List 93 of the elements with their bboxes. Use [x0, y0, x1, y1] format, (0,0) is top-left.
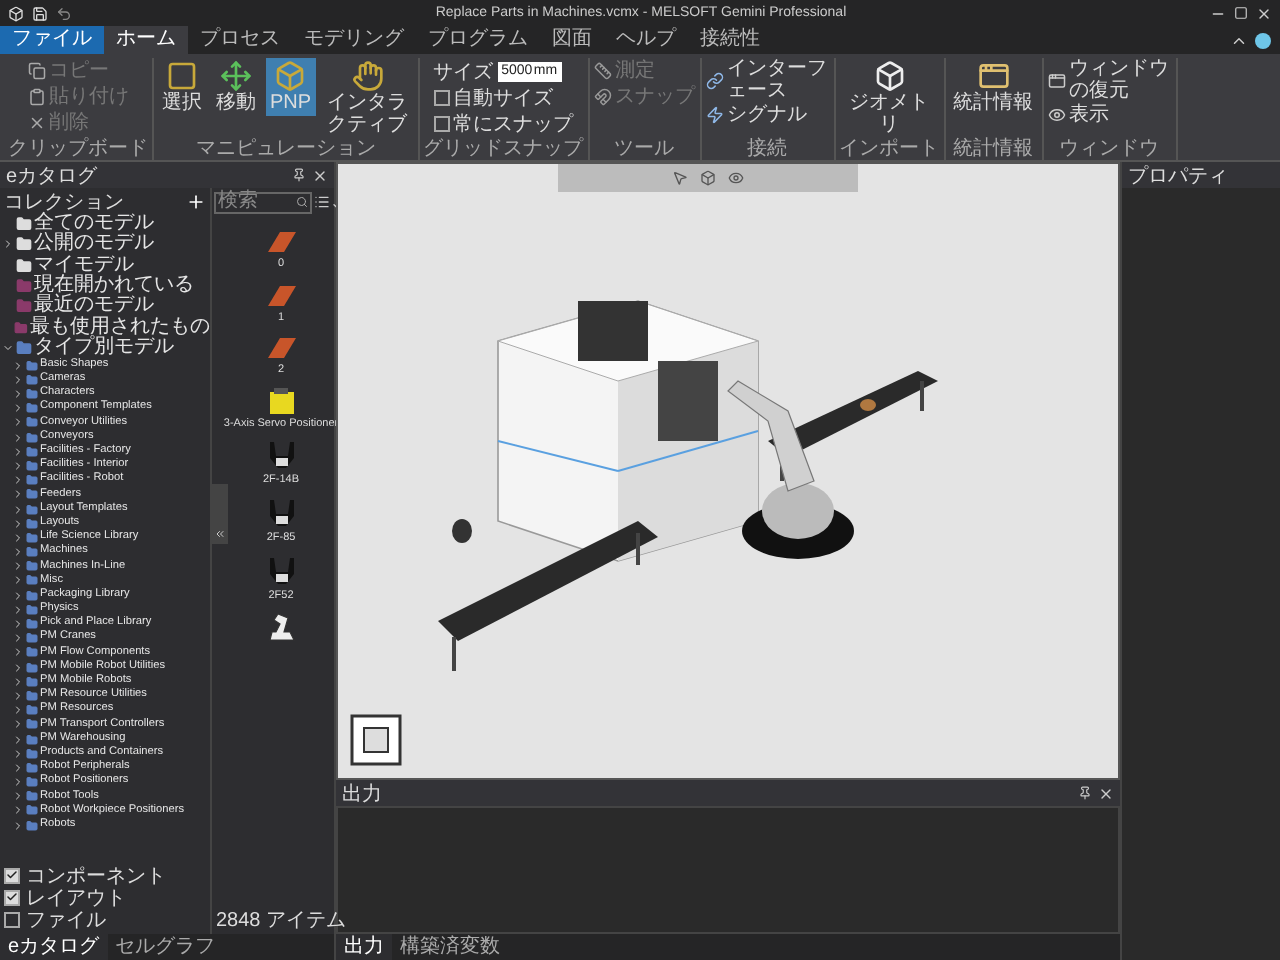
checkbox-label: コンポーネント: [26, 863, 166, 889]
tree-item[interactable]: 公開のモデル: [0, 234, 210, 256]
magnet-icon: [593, 88, 612, 106]
paste-icon: [27, 88, 45, 106]
folder-icon: [16, 278, 32, 295]
item-count: 2848 アイテム: [214, 908, 349, 934]
panel-title: eカタログ: [6, 163, 100, 189]
pin-icon[interactable]: [292, 168, 306, 182]
search-field[interactable]: 検索: [214, 191, 313, 213]
group-label: 統計情報: [951, 138, 1036, 160]
ribbon-button[interactable]: 表示: [1047, 102, 1172, 128]
checkbox-label: 自動サイズ: [453, 85, 554, 111]
ribbon-tab[interactable]: プログラム: [416, 26, 540, 54]
copy-icon: [27, 62, 45, 80]
panel-tab[interactable]: セルグラフ: [107, 934, 224, 960]
ribbon-tab[interactable]: ファイル: [0, 26, 104, 54]
tree-item[interactable]: タイプ別モデル: [0, 337, 210, 359]
chart-window-icon: [977, 60, 1010, 92]
ribbon-tab[interactable]: プロセス: [188, 26, 292, 54]
ribbon-button[interactable]: 選択: [158, 58, 206, 116]
ruler-icon: [593, 62, 612, 80]
link-icon: [705, 71, 724, 89]
search-icon[interactable]: [296, 196, 309, 208]
group-label: 接続: [745, 138, 790, 160]
ribbon-button[interactable]: ウィンドウの復元: [1047, 58, 1172, 102]
cube-icon[interactable]: [700, 170, 716, 186]
chevron-icon[interactable]: [214, 528, 226, 540]
panel-title: 出力: [342, 781, 384, 807]
folder-icon: [16, 257, 32, 274]
checkbox[interactable]: [4, 911, 20, 927]
pointer-icon[interactable]: [672, 170, 688, 186]
panel-title: プロパティ: [1128, 163, 1230, 189]
panel-tab[interactable]: eカタログ: [0, 934, 108, 960]
group-label: ウィンドウ: [1057, 138, 1162, 160]
folder-icon: [14, 319, 28, 336]
maximize-icon[interactable]: [1234, 6, 1248, 20]
navigation-cube-icon[interactable]: [350, 714, 402, 766]
undo-icon[interactable]: [56, 5, 72, 21]
folder-icon: [16, 339, 32, 356]
ribbon-button[interactable]: インタラクティブ: [321, 58, 414, 138]
checkbox-label: レイアウト: [26, 885, 126, 911]
ribbon-tab[interactable]: ホーム: [104, 26, 188, 54]
move-icon: [220, 60, 252, 92]
ribbon-tab[interactable]: 接続性: [688, 26, 772, 54]
tree-item[interactable]: 最近のモデル: [0, 296, 210, 317]
folder-icon: [16, 236, 32, 253]
app-icon: [8, 5, 24, 21]
checkbox-label: ファイル: [26, 907, 106, 933]
checkbox[interactable]: [433, 89, 450, 105]
field-label: サイズ: [433, 59, 494, 85]
group-label: グリッドスナップ: [423, 138, 584, 160]
window-icon: [1047, 71, 1066, 89]
close-icon[interactable]: [312, 167, 328, 183]
checkbox-label: 常にスナップ: [453, 111, 574, 137]
group-label: マニピュレーション: [193, 138, 378, 160]
folder-icon: [16, 298, 32, 315]
section-label: コレクション: [4, 189, 126, 213]
ribbon-button[interactable]: 移動: [212, 58, 260, 116]
status-dot-icon: [1254, 31, 1272, 49]
save-icon[interactable]: [32, 5, 48, 21]
delete-icon: [27, 114, 45, 132]
tree-item[interactable]: 最も使用されたもの: [0, 316, 210, 338]
ribbon-tab[interactable]: モデリング: [292, 26, 416, 54]
panel-tab[interactable]: 構築済変数: [392, 934, 508, 960]
folder-icon: [16, 216, 32, 233]
ribbon-tab[interactable]: 図面: [540, 26, 604, 54]
group-label: インポート: [839, 138, 940, 160]
box-icon: [274, 60, 307, 92]
eye-icon[interactable]: [728, 170, 744, 186]
ribbon-button[interactable]: ジオメトリ: [843, 58, 936, 138]
3d-viewport[interactable]: [336, 162, 1120, 780]
tree-item[interactable]: 全てのモデル: [0, 214, 210, 235]
list-view-icon[interactable]: [314, 194, 331, 210]
group-label: クリップボード: [8, 138, 148, 160]
checkbox[interactable]: [4, 889, 20, 905]
checkbox[interactable]: [4, 867, 20, 883]
ribbon-tab[interactable]: ヘルプ: [604, 26, 688, 54]
eye-icon: [1047, 106, 1066, 124]
add-icon[interactable]: [186, 191, 206, 211]
panel-tab[interactable]: 出力: [336, 934, 392, 960]
ribbon-button[interactable]: インターフェース: [705, 58, 830, 102]
ribbon-button[interactable]: シグナル: [705, 102, 830, 128]
lightning-icon: [705, 106, 724, 124]
cube-icon: [873, 60, 906, 92]
checkbox[interactable]: [433, 115, 450, 131]
hand-pointer-icon: [351, 60, 384, 92]
close-icon[interactable]: [1256, 5, 1272, 21]
pin-icon[interactable]: [1078, 786, 1092, 800]
close-icon[interactable]: [1098, 785, 1114, 801]
group-label: ツール: [612, 138, 677, 160]
model-thumbnail: [265, 385, 298, 418]
tree-item[interactable]: マイモデル: [0, 255, 210, 276]
ribbon-button[interactable]: 統計情報: [949, 58, 1038, 116]
